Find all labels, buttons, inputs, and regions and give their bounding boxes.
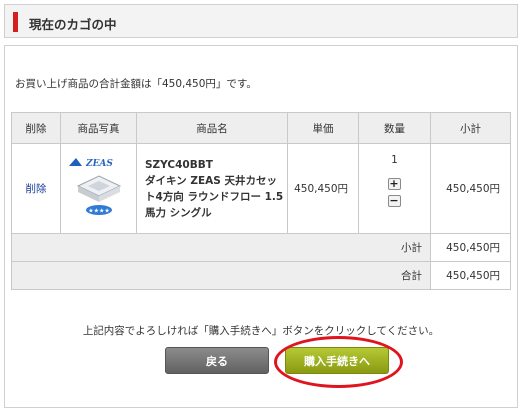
highlight-circle	[274, 336, 403, 388]
product-description[interactable]: ダイキン ZEAS 天井カセット4方向 ラウンドフロー 1.5馬力 シングル	[145, 173, 287, 221]
product-name-cell: SZYC40BBT ダイキン ZEAS 天井カセット4方向 ラウンドフロー 1.…	[136, 143, 288, 234]
table-row: 削除 ZEAS ★★★★ SZYC40BBT ダイキン ZEAS 天井カセット4…	[11, 143, 511, 234]
total-label: 合計	[11, 261, 431, 290]
quantity-stepper: + −	[387, 178, 402, 212]
total-value: 450,450円	[430, 261, 511, 290]
increase-quantity-button[interactable]: +	[387, 178, 401, 190]
product-code[interactable]: SZYC40BBT	[145, 157, 287, 173]
quantity-value: 1	[391, 154, 398, 166]
section-header: 現在のカゴの中	[4, 4, 518, 38]
cart-table: 削除 商品写真 商品名 単価 数量 小計 削除 ZEAS ★★★★ SZYC40…	[11, 112, 511, 290]
subtotal-value: 450,450円	[430, 233, 511, 262]
quantity-cell: 1 + −	[358, 143, 431, 234]
decrease-quantity-button[interactable]: −	[387, 195, 401, 207]
brand-logo-icon	[68, 158, 82, 166]
delete-link[interactable]: 削除	[26, 183, 47, 195]
cart-panel: お買い上げ商品の合計金額は「450,450円」です。 削除 商品写真 商品名 単…	[4, 45, 518, 408]
product-image[interactable]: ZEAS ★★★★	[66, 152, 132, 222]
col-header-price: 単価	[287, 112, 359, 144]
product-photo-cell: ZEAS ★★★★	[60, 143, 137, 234]
cart-total-message: お買い上げ商品の合計金額は「450,450円」です。	[15, 78, 257, 90]
unit-price-cell: 450,450円	[287, 143, 359, 234]
delete-cell: 削除	[11, 143, 61, 234]
table-header-row: 削除 商品写真 商品名 単価 数量 小計	[11, 112, 511, 144]
header-accent-bar	[13, 12, 18, 32]
col-header-photo: 商品写真	[60, 112, 137, 144]
page-title: 現在のカゴの中	[29, 17, 117, 32]
item-subtotal-cell: 450,450円	[430, 143, 511, 234]
confirm-message: 上記内容でよろしければ「購入手続きへ」ボタンをクリックしてください。	[82, 325, 440, 337]
back-button[interactable]: 戻る	[165, 347, 269, 374]
col-header-qty: 数量	[358, 112, 431, 144]
col-header-delete: 削除	[11, 112, 61, 144]
total-row: 合計 450,450円	[11, 261, 511, 290]
col-header-name: 商品名	[136, 112, 288, 144]
svg-text:★★★★: ★★★★	[88, 208, 110, 215]
svg-text:ZEAS: ZEAS	[85, 159, 113, 169]
subtotal-row: 小計 450,450円	[11, 233, 511, 262]
subtotal-label: 小計	[11, 233, 431, 262]
col-header-subtotal: 小計	[430, 112, 511, 144]
